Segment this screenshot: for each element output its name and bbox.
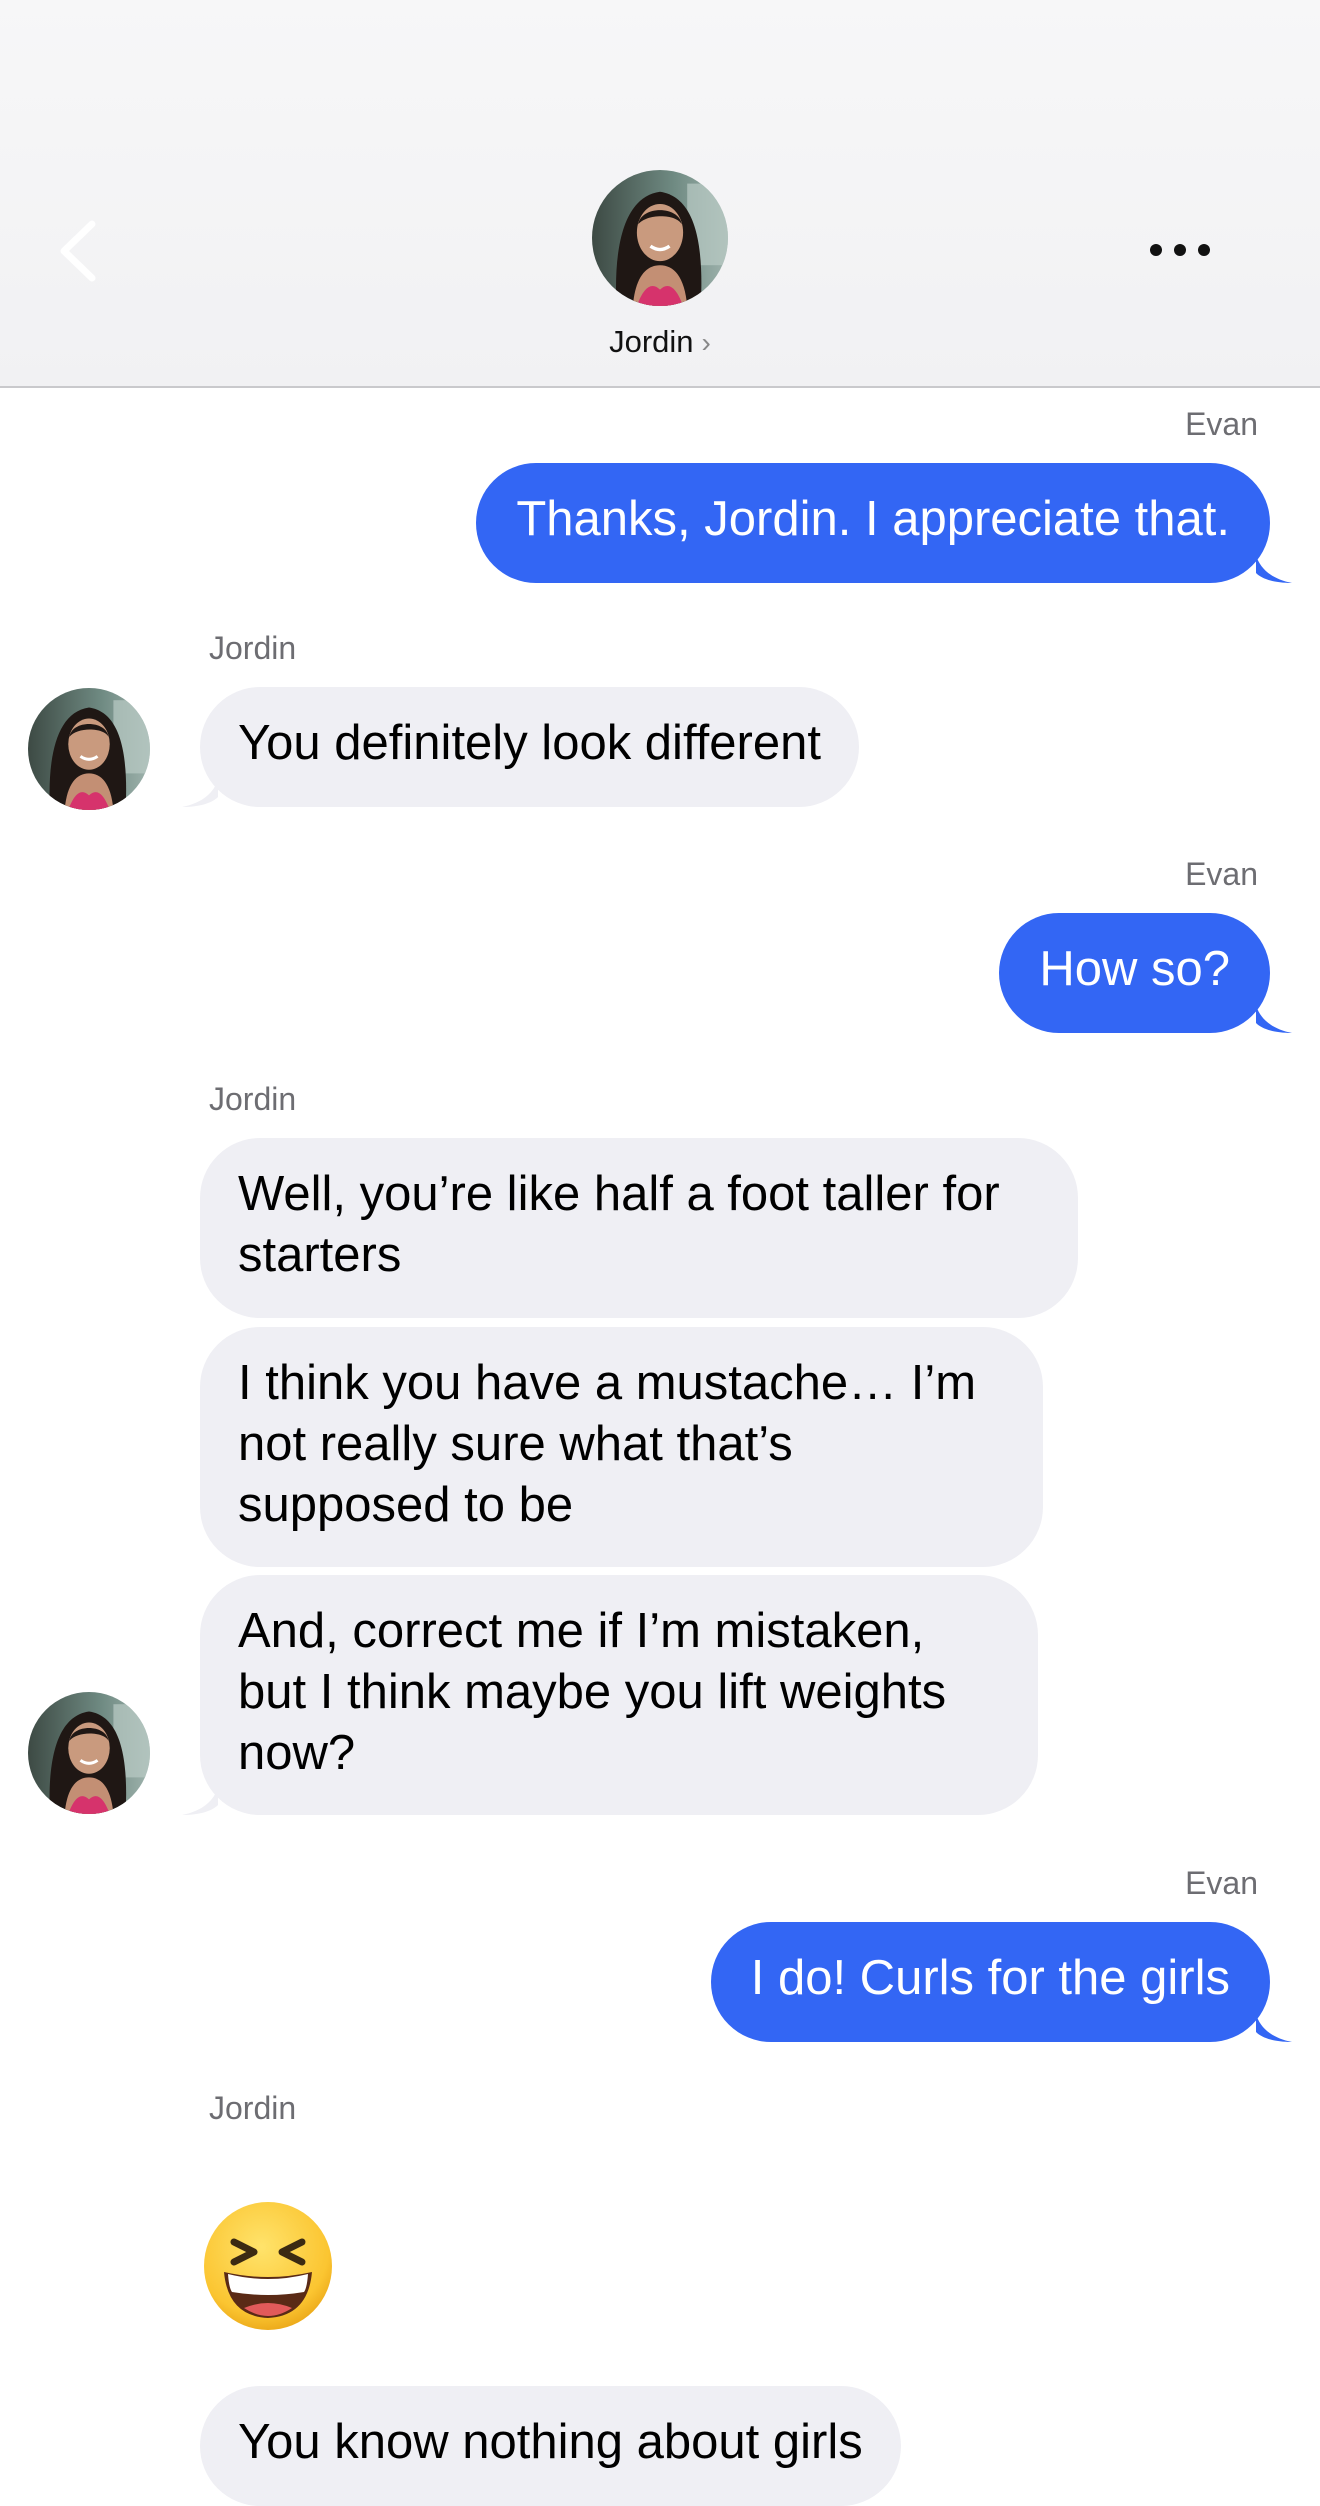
contact-avatar[interactable] bbox=[28, 1692, 150, 1814]
incoming-message[interactable]: You definitely look different bbox=[200, 687, 859, 807]
contact-avatar bbox=[592, 170, 728, 306]
sender-label: Jordin bbox=[209, 1081, 297, 1117]
chevron-left-icon bbox=[60, 220, 96, 282]
ellipsis-icon bbox=[1150, 244, 1210, 256]
sender-label: Evan bbox=[1185, 856, 1258, 892]
bubble-tail bbox=[1256, 2014, 1292, 2042]
more-options-button[interactable] bbox=[1140, 230, 1220, 270]
bubble-tail bbox=[1256, 1005, 1292, 1033]
outgoing-message[interactable]: How so? bbox=[999, 913, 1270, 1033]
outgoing-message[interactable]: Thanks, Jordin. I appreciate that. bbox=[476, 463, 1270, 583]
conversation-header: Jordin › bbox=[0, 0, 1320, 388]
incoming-message[interactable]: Well, you’re like half a foot taller for… bbox=[200, 1138, 1078, 1318]
chevron-right-icon: › bbox=[701, 327, 711, 358]
incoming-message[interactable]: You know nothing about girls bbox=[200, 2386, 901, 2506]
message-thread[interactable]: Evan Thanks, Jordin. I appreciate that. … bbox=[0, 386, 1320, 2506]
sender-label: Evan bbox=[1185, 1865, 1258, 1901]
incoming-message[interactable]: And, correct me if I’m mistaken, but I t… bbox=[200, 1575, 1038, 1815]
grinning-squinting-face-emoji[interactable] bbox=[200, 2198, 336, 2334]
back-button[interactable] bbox=[52, 216, 108, 286]
sender-label: Jordin bbox=[209, 2090, 297, 2126]
bubble-tail bbox=[182, 1787, 218, 1815]
contact-avatar[interactable] bbox=[28, 688, 150, 810]
outgoing-message[interactable]: I do! Curls for the girls bbox=[710, 1922, 1270, 2042]
contact-info-button[interactable]: Jordin › bbox=[560, 170, 760, 370]
sender-label: Evan bbox=[1185, 406, 1258, 442]
bubble-tail bbox=[182, 779, 218, 807]
contact-name: Jordin bbox=[609, 324, 694, 359]
incoming-message[interactable]: I think you have a mustache… I’m not rea… bbox=[200, 1327, 1043, 1567]
sender-label: Jordin bbox=[209, 630, 297, 666]
bubble-tail bbox=[1256, 555, 1292, 583]
